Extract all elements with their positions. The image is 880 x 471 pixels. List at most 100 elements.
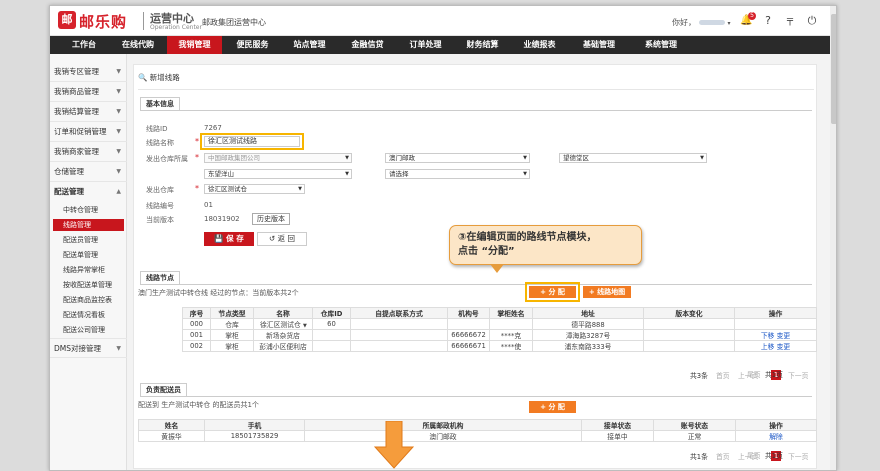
- column-header: 序号: [182, 307, 211, 319]
- cell-address: 浦东南路333号: [532, 340, 644, 352]
- region3-select[interactable]: 东望洋山 ▼: [204, 169, 352, 179]
- scrollbar-thumb[interactable]: [831, 14, 836, 124]
- tab-route-nodes[interactable]: 线路节点: [140, 271, 180, 284]
- region1-select[interactable]: 澳门邮政 ▼: [385, 153, 530, 163]
- chevron-down-icon: ▼: [345, 155, 349, 161]
- sidebar-sub-route-management[interactable]: 线路管理: [53, 219, 124, 231]
- sidebar-sub-transit-warehouse[interactable]: 中转仓管理: [63, 204, 98, 216]
- cell-address: 德平路888: [532, 318, 644, 330]
- sidebar-item-label: 配送管理: [54, 187, 84, 196]
- callout-line-2: 点击 “分配”: [458, 246, 515, 257]
- sidebar-sub-goods-monitor[interactable]: 配送商品监控表: [63, 294, 112, 306]
- nav-finance-credit[interactable]: 金融信贷: [339, 36, 396, 54]
- help-icon[interactable]: ?: [762, 15, 774, 27]
- sidebar-item-merchants[interactable]: 我销商家管理 ▼: [50, 142, 127, 162]
- unbind-link[interactable]: 解除: [735, 430, 817, 442]
- required-mark: *: [195, 153, 199, 162]
- save-button[interactable]: 💾 保 存: [204, 232, 254, 246]
- region2-select[interactable]: 望德堂区 ▼: [559, 153, 707, 163]
- cell-keeper: [489, 318, 533, 330]
- warehouse-select[interactable]: 徐汇区测试仓 ▼: [204, 184, 305, 194]
- sidebar-item-sales-settlement[interactable]: 我销结算管理 ▼: [50, 102, 127, 122]
- warehouse-owner-label: 发出仓库所属: [146, 155, 188, 163]
- change-link[interactable]: 变更: [777, 332, 791, 340]
- nav-site-management[interactable]: 站点管理: [282, 36, 337, 54]
- vertical-scrollbar[interactable]: [830, 6, 836, 470]
- sidebar-item-warehouse[interactable]: 仓储管理 ▼: [50, 162, 127, 182]
- nav-order-processing[interactable]: 订单处理: [398, 36, 453, 54]
- pager-first[interactable]: 首页: [716, 451, 730, 461]
- cell-name-select[interactable]: 徐汇区测试仓 ▼: [253, 318, 313, 330]
- chevron-down-icon: ▼: [298, 186, 302, 192]
- region1-value: 澳门邮政: [389, 154, 415, 162]
- tab-basic-info[interactable]: 基本信息: [140, 97, 180, 110]
- sidebar-item-orders-promo[interactable]: 订单和促销管理 ▼: [50, 122, 127, 142]
- pin-icon[interactable]: ╤: [784, 15, 796, 27]
- sidebar-item-delivery[interactable]: 配送管理 ▲: [50, 182, 127, 202]
- tab-couriers[interactable]: 负责配送员: [140, 383, 187, 396]
- cell-no: 002: [182, 340, 211, 352]
- sidebar-sub-delivery-board[interactable]: 配送情况看板: [63, 309, 105, 321]
- chevron-down-icon: ▾: [727, 20, 731, 27]
- pager-last[interactable]: 尾页: [747, 450, 761, 460]
- sidebar-sub-delivery-orders[interactable]: 配送单管理: [63, 249, 98, 261]
- company-select[interactable]: 中国邮政集团公司 ▼: [204, 153, 352, 163]
- column-header: 节点类型: [210, 307, 254, 319]
- route-map-button[interactable]: + 线路地图: [583, 286, 631, 298]
- logo-icon: 邮: [58, 11, 76, 29]
- nav-system-management[interactable]: 系统管理: [631, 36, 691, 54]
- route-no-label: 线路编号: [146, 202, 174, 210]
- assign-courier-button[interactable]: + 分 配: [529, 401, 576, 413]
- nav-online-purchase[interactable]: 在线代购: [112, 36, 164, 54]
- history-version-button[interactable]: 历史版本: [252, 213, 290, 225]
- cell-name: 徐汇区测试仓: [260, 321, 301, 329]
- nav-workbench[interactable]: 工作台: [58, 36, 110, 54]
- assign-button[interactable]: + 分 配: [529, 286, 576, 298]
- sidebar-sub-receipt-orders[interactable]: 按收配送单管理: [63, 279, 112, 291]
- region3-value: 东望洋山: [208, 170, 234, 178]
- back-button[interactable]: ↺ 返 回: [257, 232, 307, 246]
- pager-first[interactable]: 首页: [716, 370, 730, 380]
- top-bar: 邮 邮乐购 运营中心 Operation Center 邮政集团运营中心 你好，…: [50, 6, 830, 36]
- sidebar: 我销专区管理 ▼ 我销商品管理 ▼ 我销结算管理 ▼ 订单和促销管理 ▼ 我销商家管理 ▼…: [50, 54, 127, 470]
- sidebar-sub-delivery-companies[interactable]: 配送公司管理: [63, 324, 105, 336]
- back-icon: ↺: [268, 234, 276, 243]
- sidebar-item-sales-zone[interactable]: 我销专区管理 ▼: [50, 62, 127, 82]
- nav-sales-management[interactable]: 我销管理: [167, 36, 222, 54]
- cell-name: 彭浦小区便利店: [253, 340, 313, 352]
- move-down-link[interactable]: 下移: [761, 332, 775, 340]
- pager-pages: 共1页: [765, 452, 783, 460]
- move-up-link[interactable]: 上移: [761, 343, 775, 351]
- nav-reports[interactable]: 业绩报表: [512, 36, 567, 54]
- chevron-down-icon: ▼: [116, 68, 121, 75]
- assign-button-label: 分 配: [548, 288, 565, 296]
- save-button-label: 保 存: [226, 234, 244, 243]
- chevron-down-icon: ▼: [523, 171, 527, 177]
- nav-settlement[interactable]: 财务结算: [455, 36, 510, 54]
- plus-icon: +: [540, 288, 546, 296]
- chevron-down-icon: ▼: [302, 323, 307, 329]
- company-select-value: 中国邮政集团公司: [208, 154, 260, 162]
- region4-select[interactable]: 请选择 ▼: [385, 169, 530, 179]
- back-button-label: 返 回: [277, 234, 296, 243]
- sidebar-item-label: 订单和促销管理: [54, 127, 107, 136]
- sidebar-item-dms[interactable]: DMS对接管理 ▼: [50, 338, 127, 358]
- nav-convenience[interactable]: 便民服务: [225, 36, 280, 54]
- chevron-down-icon: ▼: [116, 148, 121, 155]
- table-row: 001 掌柜 新场杂货店 66666672 ****克 漳海路3287号 下移 …: [182, 329, 817, 341]
- cell-warehouse-id: 60: [312, 318, 351, 330]
- user-greeting[interactable]: 你好， ▾: [672, 17, 731, 28]
- sidebar-item-sales-goods[interactable]: 我销商品管理 ▼: [50, 82, 127, 102]
- cell-org: 澳门邮政: [304, 430, 582, 442]
- required-mark: *: [195, 137, 199, 146]
- sidebar-sub-route-exceptions[interactable]: 线路异常掌柜: [63, 264, 105, 276]
- cell-name: 新场杂货店: [253, 329, 313, 341]
- table-header-row: 序号 节点类型 名称 仓库ID 自提点联系方式 机构号 掌柜姓名 地址 版本变化…: [182, 307, 817, 319]
- change-link[interactable]: 变更: [777, 343, 791, 351]
- power-icon[interactable]: ⏻: [806, 15, 818, 27]
- column-header: 机构号: [447, 307, 490, 319]
- sidebar-sub-couriers[interactable]: 配送员管理: [63, 234, 98, 246]
- cell-contact: [350, 340, 448, 352]
- pager-last[interactable]: 尾页: [747, 369, 761, 379]
- nav-basic-management[interactable]: 基础管理: [569, 36, 629, 54]
